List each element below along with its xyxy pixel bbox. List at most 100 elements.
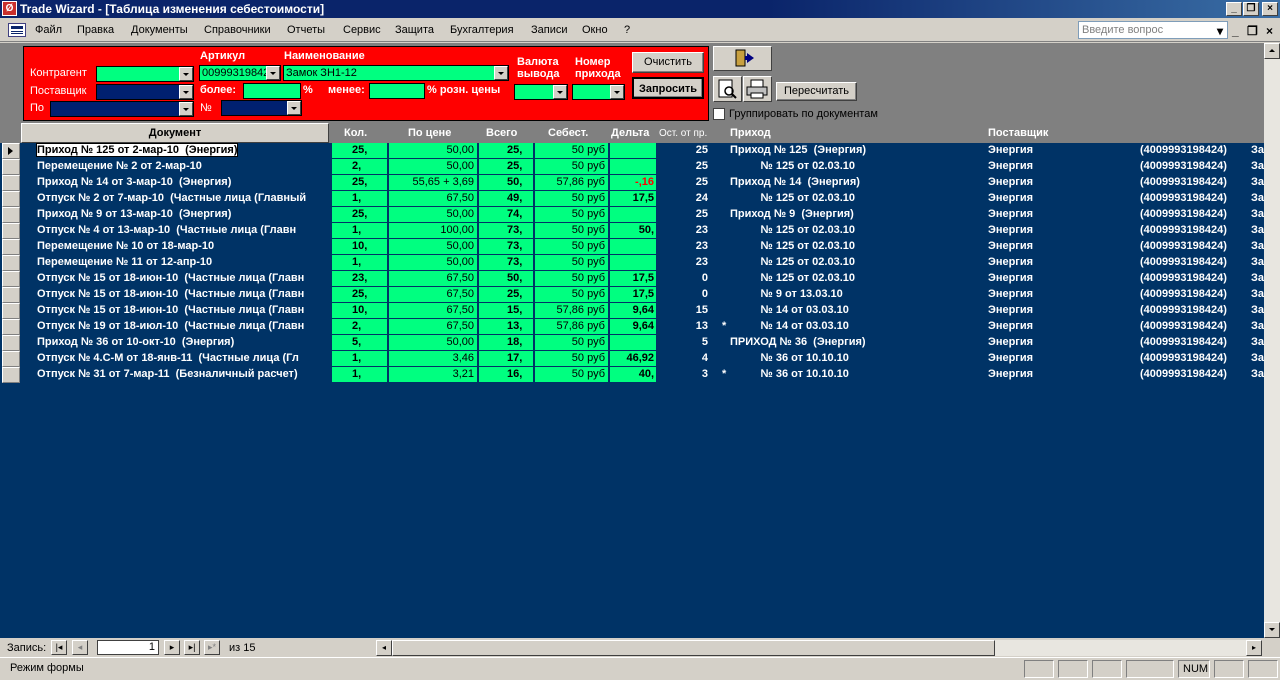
cell-price[interactable]: 50,00: [389, 143, 478, 159]
cell-cost[interactable]: 50 руб: [535, 351, 609, 367]
cell-total[interactable]: 74,: [479, 207, 534, 223]
cell-delta[interactable]: 50,: [610, 223, 657, 239]
cell-document[interactable]: Отпуск № 31 от 7-мар-11 (Безналичный рас…: [33, 367, 329, 383]
cell-cost[interactable]: 50 руб: [535, 159, 609, 175]
cell-price[interactable]: 50,00: [389, 239, 478, 255]
menu-records[interactable]: Записи: [531, 24, 568, 36]
cell-prihod[interactable]: ПРИХОД № 36 (Энергия): [730, 335, 980, 351]
cell-prihod[interactable]: № 125 от 02.03.10: [730, 271, 980, 287]
table-row[interactable]: Отпуск № 2 от 7-мар-10 (Частные лица (Гл…: [0, 191, 1264, 207]
cell-cost[interactable]: 50 руб: [535, 207, 609, 223]
document-icon[interactable]: [8, 23, 26, 37]
cell-delta[interactable]: 40,: [610, 367, 657, 383]
table-row[interactable]: Отпуск № 31 от 7-мар-11 (Безналичный рас…: [0, 367, 1264, 383]
cell-ost[interactable]: 25: [662, 159, 710, 175]
cell-ost[interactable]: 23: [662, 239, 710, 255]
cell-prihod[interactable]: № 125 от 02.03.10: [730, 191, 980, 207]
cell-kol[interactable]: 2,: [332, 319, 388, 335]
chevron-down-icon[interactable]: [266, 66, 280, 80]
cell-ost[interactable]: 4: [662, 351, 710, 367]
cell-prihod[interactable]: № 9 от 13.03.10: [730, 287, 980, 303]
cell-total[interactable]: 13,: [479, 319, 534, 335]
cell-delta[interactable]: [610, 207, 657, 223]
scroll-right-icon[interactable]: ▸: [1246, 640, 1262, 656]
cell-document[interactable]: Перемещение № 11 от 12-апр-10: [33, 255, 329, 271]
cell-supplier[interactable]: Энергия: [988, 367, 1128, 383]
cell-prihod[interactable]: № 36 от 10.10.10: [730, 351, 980, 367]
cell-price[interactable]: 50,00: [389, 335, 478, 351]
record-selector[interactable]: [2, 239, 20, 255]
table-row[interactable]: Приход № 125 от 2-мар-10 (Энергия) 25, 50,…: [0, 143, 1264, 159]
menee-input[interactable]: [369, 83, 425, 99]
record-selector[interactable]: [2, 207, 20, 223]
cell-kol[interactable]: 1,: [332, 255, 388, 271]
cell-prihod[interactable]: Приход № 9 (Энергия): [730, 207, 980, 223]
col-header-cost[interactable]: Себест.: [548, 127, 588, 139]
table-row[interactable]: Отпуск № 4.С-М от 18-янв-11 (Частные лиц…: [0, 351, 1264, 367]
cell-extra[interactable]: За: [1251, 143, 1264, 159]
nomer-combo[interactable]: [572, 84, 625, 100]
scroll-down-icon[interactable]: [1264, 622, 1280, 638]
cell-ost[interactable]: 25: [662, 143, 710, 159]
mdi-restore-icon[interactable]: ❐: [1247, 24, 1258, 38]
cell-prihod[interactable]: Приход № 14 (Энергия): [730, 175, 980, 191]
num-combo[interactable]: [221, 100, 302, 116]
po-combo[interactable]: [50, 101, 194, 117]
cell-document[interactable]: Отпуск № 15 от 18-июн-10 (Частные лица (…: [33, 303, 329, 319]
cell-delta[interactable]: 9,64: [610, 319, 657, 335]
cell-kol[interactable]: 25,: [332, 287, 388, 303]
cell-total[interactable]: 25,: [479, 287, 534, 303]
cell-kol[interactable]: 25,: [332, 143, 388, 159]
cell-code[interactable]: (4009993198424): [1140, 191, 1245, 207]
record-selector[interactable]: [2, 335, 20, 351]
record-selector[interactable]: [2, 175, 20, 191]
cell-code[interactable]: (4009993198424): [1140, 271, 1245, 287]
cell-ost[interactable]: 23: [662, 255, 710, 271]
cell-ost[interactable]: 5: [662, 335, 710, 351]
record-selector[interactable]: [2, 303, 20, 319]
cell-total[interactable]: 25,: [479, 143, 534, 159]
cell-code[interactable]: (4009993198424): [1140, 207, 1245, 223]
cell-supplier[interactable]: Энергия: [988, 239, 1128, 255]
cell-cost[interactable]: 50 руб: [535, 335, 609, 351]
scroll-thumb[interactable]: [392, 640, 995, 656]
cell-price[interactable]: 3,46: [389, 351, 478, 367]
cell-code[interactable]: (4009993198424): [1140, 143, 1245, 159]
cell-cost[interactable]: 50 руб: [535, 287, 609, 303]
cell-price[interactable]: 55,65 + 3,69: [389, 175, 478, 191]
scroll-up-icon[interactable]: [1264, 43, 1280, 59]
cell-ost[interactable]: 23: [662, 223, 710, 239]
group-checkbox[interactable]: [713, 108, 725, 120]
cell-delta[interactable]: 17,5: [610, 271, 657, 287]
col-header-supplier[interactable]: Поставщик: [988, 127, 1048, 139]
cell-total[interactable]: 50,: [479, 175, 534, 191]
record-selector[interactable]: [2, 255, 20, 271]
kontragent-combo[interactable]: [96, 66, 194, 82]
cell-supplier[interactable]: Энергия: [988, 159, 1128, 175]
cell-prihod[interactable]: № 125 от 02.03.10: [730, 159, 980, 175]
table-row[interactable]: Перемещение № 11 от 12-апр-10 1, 50,00 73, 5…: [0, 255, 1264, 271]
cell-delta[interactable]: 17,5: [610, 191, 657, 207]
col-header-prihod[interactable]: Приход: [730, 127, 771, 139]
cell-total[interactable]: 73,: [479, 223, 534, 239]
cell-price[interactable]: 100,00: [389, 223, 478, 239]
cell-document[interactable]: Приход № 14 от 3-мар-10 (Энергия): [33, 175, 329, 191]
cell-prihod[interactable]: № 36 от 10.10.10: [730, 367, 980, 383]
cell-total[interactable]: 49,: [479, 191, 534, 207]
new-record-icon[interactable]: ▸*: [204, 640, 220, 655]
menu-reports[interactable]: Отчеты: [287, 24, 325, 36]
cell-code[interactable]: (4009993198424): [1140, 255, 1245, 271]
record-selector[interactable]: [2, 351, 20, 367]
minimize-icon[interactable]: _: [1226, 2, 1242, 16]
cell-ost[interactable]: 3: [662, 367, 710, 383]
cell-document[interactable]: Отпуск № 15 от 18-июн-10 (Частные лица (…: [33, 287, 329, 303]
menu-protection[interactable]: Защита: [395, 24, 434, 36]
next-record-icon[interactable]: ▸: [164, 640, 180, 655]
cell-total[interactable]: 16,: [479, 367, 534, 383]
cell-extra[interactable]: За: [1251, 175, 1264, 191]
cell-cost[interactable]: 50 руб: [535, 191, 609, 207]
cell-price[interactable]: 67,50: [389, 287, 478, 303]
cell-document[interactable]: Перемещение № 2 от 2-мар-10: [33, 159, 329, 175]
cell-prihod[interactable]: Приход № 125 (Энергия): [730, 143, 980, 159]
cell-supplier[interactable]: Энергия: [988, 303, 1128, 319]
